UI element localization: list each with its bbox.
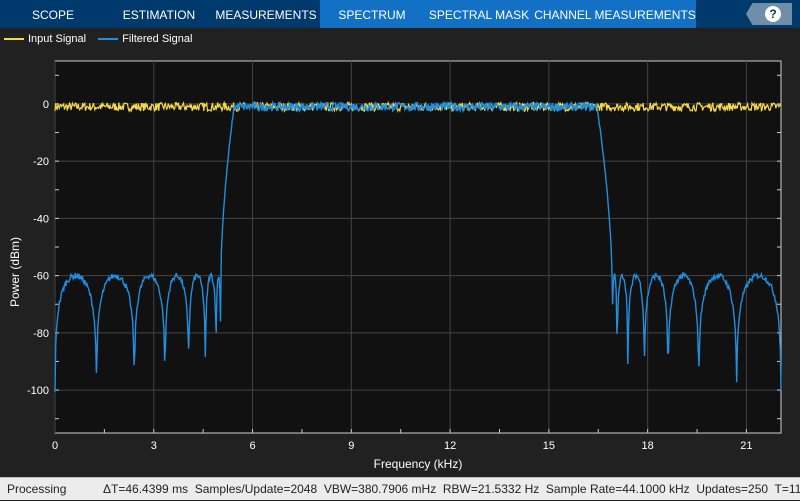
spectrum-chart: 0 3 6 9 12 15 18 21 0 -20 -40 -60 -80 -100 Frequency …: [8, 60, 782, 471]
tab-scope[interactable]: SCOPE: [0, 0, 106, 28]
tab-measurements[interactable]: MEASUREMENTS: [212, 0, 320, 28]
legend-item-filtered[interactable]: Filtered Signal: [98, 33, 192, 45]
legend-swatch: [98, 38, 119, 40]
y-tick-label: -60: [33, 271, 49, 283]
y-tick-label: -100: [27, 385, 49, 397]
tab-estimation[interactable]: ESTIMATION: [106, 0, 212, 28]
tab-spectrum[interactable]: SPECTRUM: [320, 0, 424, 28]
y-tick-label: 0: [43, 99, 49, 111]
x-tick-label: 0: [52, 440, 58, 452]
help-button[interactable]: ?: [746, 3, 792, 25]
x-tick-label: 9: [348, 440, 354, 452]
legend-item-input[interactable]: Input Signal: [4, 33, 86, 45]
x-tick-label: 6: [249, 440, 255, 452]
legend: Input Signal Filtered Signal: [4, 30, 204, 48]
x-axis-label: Frequency (kHz): [374, 457, 463, 471]
x-tick-label: 12: [444, 440, 456, 452]
x-tick-label: 15: [543, 440, 555, 452]
y-tick-label: -80: [33, 328, 49, 340]
status-bar: Processing ΔT=46.4399 ms Samples/Update=…: [0, 477, 800, 500]
y-axis-label: Power (dBm): [8, 237, 22, 307]
tab-spectral-mask[interactable]: SPECTRAL MASK: [424, 0, 534, 28]
legend-swatch: [4, 38, 24, 40]
x-tick-label: 18: [642, 440, 654, 452]
status-state: Processing: [7, 482, 67, 496]
plot-area: [54, 60, 782, 434]
tab-channel-measurements[interactable]: CHANNEL MEASUREMENTS: [534, 0, 696, 28]
help-icon: ?: [765, 6, 781, 22]
x-tick-label: 21: [740, 440, 752, 452]
toolstrip: SCOPE ESTIMATION MEASUREMENTS SPECTRUM S…: [0, 0, 800, 28]
y-tick-label: -20: [33, 156, 49, 168]
x-tick-label: 3: [151, 440, 157, 452]
status-info: ΔT=46.4399 ms Samples/Update=2048 VBW=38…: [103, 482, 800, 496]
y-tick-label: -40: [33, 213, 49, 225]
